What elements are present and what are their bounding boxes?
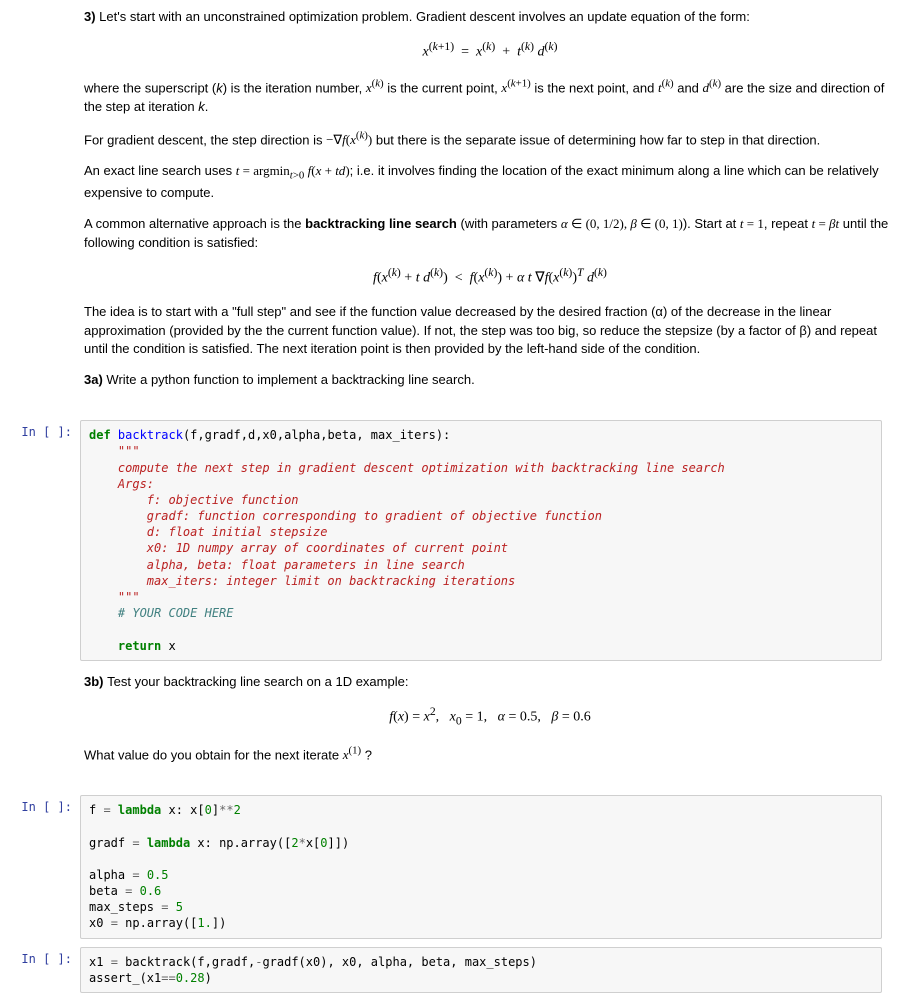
equation-armijo: f(x(k) + t d(k)) < f(x(k)) + α t ∇f(x(k)… <box>84 265 896 289</box>
input-prompt: In [ ]: <box>0 420 80 661</box>
bls-term: backtracking line search <box>305 216 457 231</box>
paragraph: What value do you obtain for the next it… <box>84 744 896 765</box>
code-input[interactable]: f = lambda x: x[0]**2 gradf = lambda x: … <box>80 795 882 939</box>
code-input[interactable]: x1 = backtrack(f,gradf,-gradf(x0), x0, a… <box>80 947 882 993</box>
paragraph: For gradient descent, the step direction… <box>84 129 896 150</box>
markdown-cell-q3: 3) Let's start with an unconstrained opt… <box>0 0 900 416</box>
markdown-body: 3) Let's start with an unconstrained opt… <box>80 4 900 412</box>
code-input[interactable]: def backtrack(f,gradf,d,x0,alpha,beta, m… <box>80 420 882 661</box>
input-prompt: In [ ]: <box>0 947 80 993</box>
equation-update: x(k+1) = x(k) + t(k) d(k) <box>84 39 896 63</box>
prompt-empty <box>0 669 80 787</box>
markdown-body: 3b) Test your backtracking line search o… <box>80 669 900 787</box>
markdown-cell-q3b: 3b) Test your backtracking line search o… <box>0 665 900 791</box>
paragraph: An exact line search uses t = argmint>0 … <box>84 162 896 203</box>
code-cell-setup: In [ ]: f = lambda x: x[0]**2 gradf = la… <box>0 791 900 943</box>
prompt-empty <box>0 4 80 412</box>
paragraph: where the superscript (k) is the iterati… <box>84 77 896 117</box>
q3b-label: 3b) <box>84 674 107 689</box>
code-cell-assert: In [ ]: x1 = backtrack(f,gradf,-gradf(x0… <box>0 943 900 997</box>
q3a-label: 3a) <box>84 372 106 387</box>
equation-example: f(x) = x2, x0 = 1, α = 0.5, β = 0.6 <box>84 704 896 730</box>
paragraph: 3a) Write a python function to implement… <box>84 371 896 390</box>
paragraph: The idea is to start with a "full step" … <box>84 303 896 360</box>
input-prompt: In [ ]: <box>0 795 80 939</box>
paragraph: 3b) Test your backtracking line search o… <box>84 673 896 692</box>
paragraph: 3) Let's start with an unconstrained opt… <box>84 8 896 27</box>
code-cell-backtrack: In [ ]: def backtrack(f,gradf,d,x0,alpha… <box>0 416 900 665</box>
q3-label: 3) <box>84 9 99 24</box>
paragraph: A common alternative approach is the bac… <box>84 215 896 253</box>
